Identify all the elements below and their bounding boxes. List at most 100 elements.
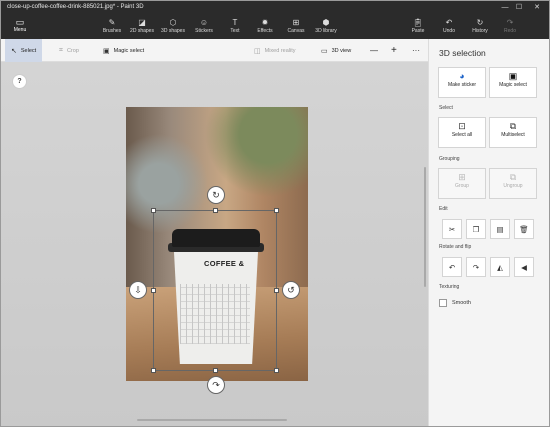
flip-vertical-button[interactable]: ◭ (490, 257, 510, 277)
resize-handle-l[interactable] (151, 288, 156, 293)
select-tool-button[interactable]: ↖ Select (5, 39, 43, 62)
magic-select-label: Magic select (499, 82, 527, 88)
delete-icon: 🗑︎ (519, 224, 529, 234)
multiselect-button[interactable]: ⧉ Multiselect (489, 117, 537, 148)
tool-brushes[interactable]: ✎ Brushes (102, 18, 122, 38)
rotate-right-icon: ↷ (472, 262, 480, 272)
cursor-icon: ↖ (11, 47, 17, 55)
rotate-icon: ↻ (212, 189, 220, 200)
make-sticker-button[interactable]: ◕ Make sticker (438, 67, 486, 98)
effects-icon: ✹ (261, 18, 269, 27)
menu-label: Menu (13, 27, 27, 33)
flip-vertical-icon: ◭ (497, 262, 503, 272)
group-label: Group (455, 183, 469, 189)
tool-label: Paste (411, 28, 425, 34)
select-all-icon: ⊡ (458, 121, 466, 131)
smooth-checkbox[interactable] (439, 299, 447, 307)
tool-label: Brushes (102, 28, 122, 34)
section-grouping: Grouping (439, 156, 460, 162)
3d-view-toggle[interactable]: ▭ 3D view (321, 43, 351, 58)
3d-library-icon: ⬢ (322, 18, 330, 27)
tool-canvas[interactable]: ⊞ Canvas (287, 18, 305, 38)
title-ribbon-bar: close-up-coffee-coffee-drink-885021.jpg*… (1, 1, 549, 39)
tool-label: Text (230, 28, 240, 34)
undo-button[interactable]: ↶ Undo (442, 18, 456, 38)
vertical-scrollbar[interactable] (424, 167, 426, 287)
canvas-area[interactable]: ? COFFEE & ↻ ⇩ ↺ ↷ (1, 62, 428, 426)
multiselect-icon: ⧉ (509, 121, 517, 131)
2d-shapes-icon: ◪ (138, 18, 146, 27)
cut-button[interactable]: ✂ (442, 219, 462, 239)
canvas-icon: ⊞ (292, 18, 300, 27)
crop-icon: ⌗ (59, 46, 63, 54)
resize-handle-br[interactable] (274, 368, 279, 373)
group-button[interactable]: ⊞ Group (438, 168, 486, 199)
ungroup-label: Ungroup (503, 183, 523, 189)
make-sticker-label: Make sticker (447, 82, 477, 88)
rotate-left-button[interactable]: ↶ (442, 257, 462, 277)
selection-box[interactable] (153, 210, 277, 371)
horizontal-scrollbar[interactable] (137, 419, 287, 421)
tool-label: 3D library (315, 28, 337, 34)
close-button[interactable]: ✕ (527, 1, 547, 13)
magic-select-label: Magic select (113, 47, 145, 54)
mixed-reality-label: Mixed reality (264, 47, 296, 54)
group-icon: ⊞ (458, 172, 466, 182)
tool-effects[interactable]: ✹ Effects (256, 18, 274, 38)
select-label: Select (20, 47, 37, 54)
resize-handle-r[interactable] (274, 288, 279, 293)
panel-magic-select-button[interactable]: ▣ Magic select (489, 67, 537, 98)
zoom-in-button[interactable]: + (391, 43, 397, 58)
depth-handle[interactable]: ⇩ (129, 281, 147, 299)
section-texturing: Texturing (439, 284, 460, 290)
cut-icon: ✂ (448, 224, 456, 234)
tool-label: 2D shapes (130, 28, 154, 34)
tool-stickers[interactable]: ☺ Stickers (194, 18, 214, 38)
ungroup-button[interactable]: ⧉ Ungroup (489, 168, 537, 199)
resize-handle-b[interactable] (213, 368, 218, 373)
copy-button[interactable]: ❐ (466, 219, 486, 239)
rotate-y-handle[interactable]: ↺ (282, 281, 300, 299)
tool-2d-shapes[interactable]: ◪ 2D shapes (129, 18, 155, 38)
history-icon: ↻ (476, 18, 484, 27)
crop-button[interactable]: ⌗ Crop (59, 43, 79, 58)
select-all-button[interactable]: ⊡ Select all (438, 117, 486, 148)
zoom-out-button[interactable]: — (370, 43, 378, 58)
delete-button[interactable]: 🗑︎ (514, 219, 534, 239)
tool-label: Undo (443, 28, 455, 34)
rotate-z-handle[interactable]: ↻ (207, 186, 225, 204)
tool-3d-shapes[interactable]: ⬡ 3D shapes (160, 18, 186, 38)
tool-text[interactable]: T Text (229, 18, 241, 38)
magic-select-button[interactable]: ▣ Magic select (103, 43, 144, 58)
resize-handle-t[interactable] (213, 208, 218, 213)
paste-icon: ▤ (496, 224, 504, 234)
rotate-right-button[interactable]: ↷ (466, 257, 486, 277)
copy-icon: ❐ (472, 224, 480, 234)
stickers-icon: ☺ (199, 18, 209, 27)
paste-panel-button[interactable]: ▤ (490, 219, 510, 239)
panel-title: 3D selection (439, 48, 486, 58)
tool-label: Redo (504, 28, 516, 34)
resize-handle-tl[interactable] (151, 208, 156, 213)
tool-label: Stickers (195, 28, 213, 34)
tool-label: Canvas (287, 28, 305, 34)
tool-3d-library[interactable]: ⬢ 3D library (314, 18, 338, 38)
3d-view-label: 3D view (331, 47, 352, 54)
menu-button[interactable]: ▭ Menu (7, 17, 33, 39)
resize-handle-tr[interactable] (274, 208, 279, 213)
mixed-reality-button[interactable]: ◫ Mixed reality (254, 43, 296, 58)
rotate-x-handle[interactable]: ↷ (207, 376, 225, 394)
more-options-button[interactable]: ··· (412, 43, 420, 58)
history-button[interactable]: ↻ History (470, 18, 490, 38)
flip-horizontal-button[interactable]: ◀ (514, 257, 534, 277)
ungroup-icon: ⧉ (509, 172, 517, 182)
paste-icon: 📋︎ (412, 18, 424, 27)
3d-selection-panel: 3D selection ◕ Make sticker ▣ Magic sele… (428, 39, 549, 426)
depth-icon: ⇩ (134, 284, 142, 295)
redo-button[interactable]: ↷ Redo (504, 18, 516, 38)
resize-handle-bl[interactable] (151, 368, 156, 373)
maximize-button[interactable]: ☐ (509, 1, 529, 13)
paste-button[interactable]: 📋︎ Paste (410, 18, 426, 38)
help-button[interactable]: ? (12, 74, 27, 89)
tool-label: Effects (257, 28, 273, 34)
